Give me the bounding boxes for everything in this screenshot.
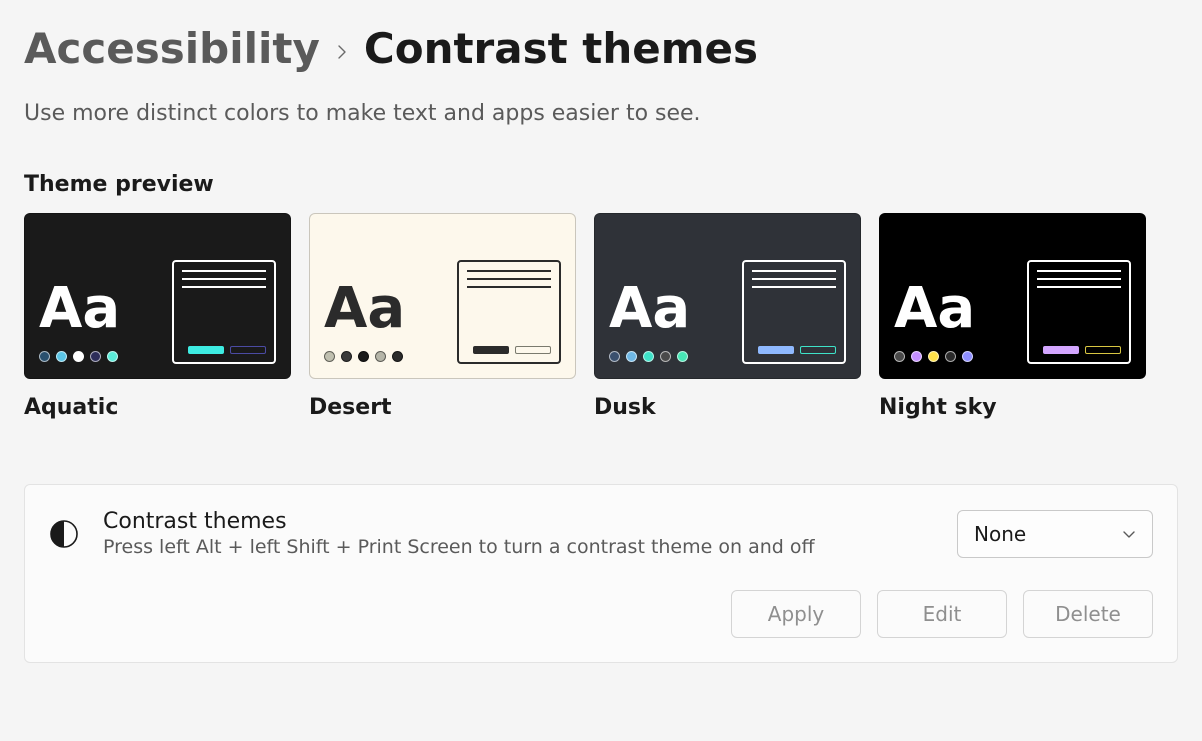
sample-text-icon: Aa <box>39 281 120 337</box>
bar-outline <box>515 346 551 354</box>
theme-card-desert[interactable]: Aa Desert <box>309 213 576 420</box>
swatch <box>962 351 973 362</box>
line <box>467 278 551 280</box>
window-icon <box>1027 260 1131 364</box>
contrast-themes-row: Contrast themes Press left Alt + left Sh… <box>49 509 1153 558</box>
line <box>182 270 266 272</box>
theme-preview: Aa <box>24 213 291 379</box>
theme-label: Desert <box>309 395 576 420</box>
line <box>182 286 266 288</box>
swatch <box>324 351 335 362</box>
window-icon <box>457 260 561 364</box>
swatch <box>341 351 352 362</box>
color-swatches <box>39 351 120 362</box>
contrast-themes-text: Contrast themes Press left Alt + left Sh… <box>103 509 933 558</box>
contrast-themes-title: Contrast themes <box>103 509 933 534</box>
swatch <box>39 351 50 362</box>
swatch <box>626 351 637 362</box>
contrast-icon <box>49 519 79 549</box>
bar-outline <box>800 346 836 354</box>
chevron-down-icon <box>1122 527 1136 541</box>
swatch <box>107 351 118 362</box>
line <box>752 270 836 272</box>
bar <box>1043 346 1079 354</box>
theme-card-night-sky[interactable]: Aa Night sky <box>879 213 1146 420</box>
theme-preview-left: Aa <box>324 281 405 364</box>
bar <box>758 346 794 354</box>
swatch <box>609 351 620 362</box>
theme-card-dusk[interactable]: Aa Dusk <box>594 213 861 420</box>
line <box>1037 278 1121 280</box>
swatch <box>945 351 956 362</box>
chevron-right-icon <box>334 37 350 67</box>
window-lines <box>1037 270 1121 288</box>
color-swatches <box>609 351 690 362</box>
theme-preview: Aa <box>309 213 576 379</box>
theme-preview-left: Aa <box>39 281 120 364</box>
theme-select-value: None <box>974 522 1026 546</box>
theme-label: Dusk <box>594 395 861 420</box>
line <box>752 278 836 280</box>
window-icon <box>742 260 846 364</box>
apply-button[interactable]: Apply <box>731 590 861 638</box>
delete-button[interactable]: Delete <box>1023 590 1153 638</box>
window-bars <box>467 346 551 354</box>
swatch <box>358 351 369 362</box>
page-title: Contrast themes <box>364 24 758 73</box>
breadcrumb-parent[interactable]: Accessibility <box>24 24 320 73</box>
page-description: Use more distinct colors to make text an… <box>24 101 1178 126</box>
swatch <box>392 351 403 362</box>
line <box>467 286 551 288</box>
theme-label: Night sky <box>879 395 1146 420</box>
swatch <box>643 351 654 362</box>
theme-select[interactable]: None <box>957 510 1153 558</box>
theme-preview: Aa <box>594 213 861 379</box>
color-swatches <box>324 351 405 362</box>
theme-preview-left: Aa <box>609 281 690 364</box>
theme-grid: Aa Aquatic Aa Desert Aa Dusk Aa Night sky <box>24 213 1178 420</box>
swatch <box>911 351 922 362</box>
line <box>467 270 551 272</box>
window-lines <box>752 270 836 288</box>
line <box>1037 286 1121 288</box>
action-row: Apply Edit Delete <box>49 590 1153 638</box>
swatch <box>375 351 386 362</box>
swatch <box>73 351 84 362</box>
window-bars <box>1037 346 1121 354</box>
swatch <box>677 351 688 362</box>
sample-text-icon: Aa <box>609 281 690 337</box>
window-lines <box>467 270 551 288</box>
line <box>752 286 836 288</box>
sample-text-icon: Aa <box>894 281 975 337</box>
bar-outline <box>1085 346 1121 354</box>
bar-outline <box>230 346 266 354</box>
swatch <box>928 351 939 362</box>
swatch <box>660 351 671 362</box>
swatch <box>894 351 905 362</box>
theme-preview-left: Aa <box>894 281 975 364</box>
theme-label: Aquatic <box>24 395 291 420</box>
breadcrumb: Accessibility Contrast themes <box>24 24 1178 73</box>
sample-text-icon: Aa <box>324 281 405 337</box>
swatch <box>56 351 67 362</box>
window-lines <box>182 270 266 288</box>
window-bars <box>182 346 266 354</box>
theme-card-aquatic[interactable]: Aa Aquatic <box>24 213 291 420</box>
bar <box>188 346 224 354</box>
contrast-themes-subtitle: Press left Alt + left Shift + Print Scre… <box>103 536 933 558</box>
swatch <box>90 351 101 362</box>
window-icon <box>172 260 276 364</box>
section-title-theme-preview: Theme preview <box>24 172 1178 197</box>
line <box>1037 270 1121 272</box>
bar <box>473 346 509 354</box>
color-swatches <box>894 351 975 362</box>
window-bars <box>752 346 836 354</box>
line <box>182 278 266 280</box>
contrast-themes-card: Contrast themes Press left Alt + left Sh… <box>24 484 1178 663</box>
theme-preview: Aa <box>879 213 1146 379</box>
edit-button[interactable]: Edit <box>877 590 1007 638</box>
